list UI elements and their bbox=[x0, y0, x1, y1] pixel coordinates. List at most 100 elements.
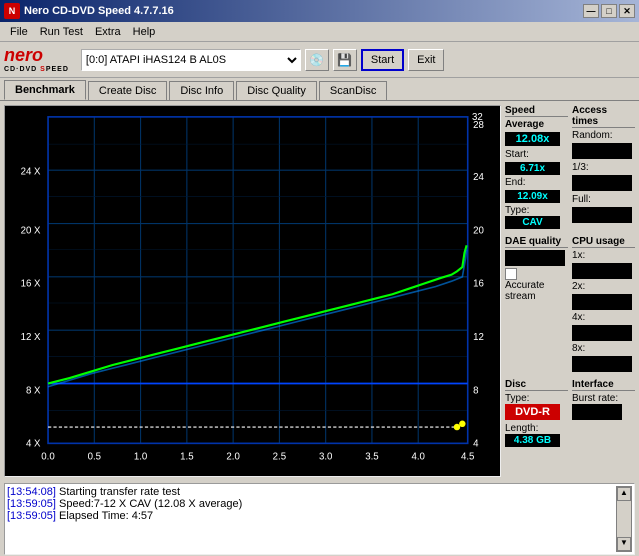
log-line-2: [13:59:05] Elapsed Time: 4:57 bbox=[7, 510, 616, 522]
burst-rate-label: Burst rate: bbox=[572, 393, 635, 404]
cpu-usage-section: CPU usage 1x: 2x: 4x: 8x: bbox=[572, 236, 635, 372]
maximize-button[interactable]: □ bbox=[601, 4, 617, 18]
access-header: Access times bbox=[572, 105, 635, 128]
menu-file[interactable]: File bbox=[4, 24, 34, 40]
full-row: Full: bbox=[572, 194, 635, 205]
svg-text:4: 4 bbox=[473, 439, 479, 450]
svg-text:0.0: 0.0 bbox=[41, 452, 55, 463]
svg-text:2.0: 2.0 bbox=[226, 452, 240, 463]
save-button[interactable]: 💾 bbox=[333, 49, 357, 71]
disc-header: Disc bbox=[505, 379, 568, 391]
exit-button[interactable]: Exit bbox=[408, 49, 444, 71]
start-row: Start: bbox=[505, 149, 568, 160]
end-value: 12.09x bbox=[505, 190, 560, 203]
access-section: Access times Random: 1/3: Full: bbox=[572, 105, 635, 229]
svg-text:1.5: 1.5 bbox=[180, 452, 193, 463]
end-label: End: bbox=[505, 177, 526, 188]
speed-access-row: Speed Average 12.08x Start: 6.71x End: 1… bbox=[505, 105, 635, 229]
svg-text:4.0: 4.0 bbox=[411, 452, 425, 463]
disc-icon-button[interactable]: 💿 bbox=[305, 49, 329, 71]
svg-text:3.5: 3.5 bbox=[365, 452, 378, 463]
interface-header: Interface bbox=[572, 379, 635, 391]
nero-logo: nero CD·DVD SPEED bbox=[4, 46, 69, 73]
type-label: Type: bbox=[505, 205, 529, 216]
accurate-checkbox[interactable] bbox=[505, 268, 517, 280]
disc-type-value: DVD-R bbox=[505, 404, 560, 420]
drive-selector[interactable]: [0:0] ATAPI iHAS124 B AL0S bbox=[81, 49, 301, 71]
tab-scan-disc[interactable]: ScanDisc bbox=[319, 81, 387, 100]
speed-section: Speed Average 12.08x Start: 6.71x End: 1… bbox=[505, 105, 568, 229]
start-button[interactable]: Start bbox=[361, 49, 404, 71]
stream-label: stream bbox=[505, 291, 568, 302]
full-value bbox=[572, 207, 632, 223]
log-timestamp-2: [13:59:05] bbox=[7, 510, 56, 522]
svg-text:20: 20 bbox=[473, 225, 484, 236]
average-value: 12.08x bbox=[505, 132, 560, 146]
menu-extra[interactable]: Extra bbox=[89, 24, 127, 40]
cpu-1x-label: 1x: bbox=[572, 250, 585, 261]
svg-text:2.5: 2.5 bbox=[273, 452, 286, 463]
tab-benchmark[interactable]: Benchmark bbox=[4, 80, 86, 100]
cpu-2x-value bbox=[572, 294, 632, 310]
svg-text:8: 8 bbox=[473, 385, 478, 396]
speed-header: Speed bbox=[505, 105, 568, 117]
burst-rate-value bbox=[572, 404, 622, 420]
cpu-4x-value bbox=[572, 325, 632, 341]
average-label: Average bbox=[505, 119, 568, 130]
svg-text:20 X: 20 X bbox=[21, 225, 41, 236]
svg-text:4 X: 4 X bbox=[26, 439, 41, 450]
chart-area: 4 X 8 X 12 X 16 X 20 X 24 X 4 8 12 16 20… bbox=[4, 105, 501, 477]
tab-bar: Benchmark Create Disc Disc Info Disc Qua… bbox=[0, 78, 639, 101]
log-message-2: Elapsed Time: 4:57 bbox=[59, 510, 153, 522]
random-value bbox=[572, 143, 632, 159]
cpu-1x-value bbox=[572, 263, 632, 279]
cpu-8x-label: 8x: bbox=[572, 343, 585, 354]
log-area: [13:54:08] Starting transfer rate test [… bbox=[4, 483, 635, 555]
right-panel: Speed Average 12.08x Start: 6.71x End: 1… bbox=[505, 105, 635, 477]
menu-bar: File Run Test Extra Help bbox=[0, 22, 639, 42]
log-timestamp-1: [13:59:05] bbox=[7, 498, 56, 510]
scrollbar-down[interactable]: ▼ bbox=[617, 537, 631, 551]
window-title: Nero CD-DVD Speed 4.7.7.16 bbox=[24, 5, 174, 17]
minimize-button[interactable]: — bbox=[583, 4, 599, 18]
disc-interface-row: Disc Type: DVD-R Length: 4.38 GB Interfa… bbox=[505, 379, 635, 447]
svg-text:16 X: 16 X bbox=[21, 279, 41, 290]
menu-run-test[interactable]: Run Test bbox=[34, 24, 89, 40]
main-content: 4 X 8 X 12 X 16 X 20 X 24 X 4 8 12 16 20… bbox=[0, 101, 639, 481]
log-line-1: [13:59:05] Speed:7-12 X CAV (12.08 X ave… bbox=[7, 498, 616, 510]
svg-text:0.5: 0.5 bbox=[88, 452, 101, 463]
cpu-header: CPU usage bbox=[572, 236, 635, 248]
svg-text:1.0: 1.0 bbox=[134, 452, 148, 463]
tab-disc-info[interactable]: Disc Info bbox=[169, 81, 234, 100]
disc-type-label: Type: bbox=[505, 393, 568, 404]
start-label: Start: bbox=[505, 149, 529, 160]
nero-wordmark: nero bbox=[4, 46, 43, 66]
window-controls: — □ ✕ bbox=[583, 4, 635, 18]
dae-value bbox=[505, 250, 565, 266]
svg-text:12 X: 12 X bbox=[21, 332, 41, 343]
svg-text:24: 24 bbox=[473, 172, 484, 183]
menu-help[interactable]: Help bbox=[127, 24, 162, 40]
svg-text:32: 32 bbox=[472, 112, 483, 123]
cpu-8x-row: 8x: bbox=[572, 343, 635, 354]
log-section: [13:54:08] Starting transfer rate test [… bbox=[0, 481, 639, 556]
svg-text:4.5: 4.5 bbox=[461, 452, 474, 463]
start-value: 6.71x bbox=[505, 162, 560, 175]
cpu-2x-row: 2x: bbox=[572, 281, 635, 292]
close-button[interactable]: ✕ bbox=[619, 4, 635, 18]
title-bar: N Nero CD-DVD Speed 4.7.7.16 — □ ✕ bbox=[0, 0, 639, 22]
dae-header: DAE quality bbox=[505, 236, 568, 248]
cpu-8x-value bbox=[572, 356, 632, 372]
tab-create-disc[interactable]: Create Disc bbox=[88, 81, 167, 100]
tab-disc-quality[interactable]: Disc Quality bbox=[236, 81, 317, 100]
cpu-4x-label: 4x: bbox=[572, 312, 585, 323]
log-scrollbar[interactable]: ▲ ▼ bbox=[616, 486, 632, 552]
svg-text:24 X: 24 X bbox=[21, 167, 41, 178]
cpu-2x-label: 2x: bbox=[572, 281, 585, 292]
svg-text:16: 16 bbox=[473, 279, 484, 290]
random-row: Random: bbox=[572, 130, 635, 141]
accurate-label: Accurate bbox=[505, 280, 568, 291]
toolbar: nero CD·DVD SPEED [0:0] ATAPI iHAS124 B … bbox=[0, 42, 639, 78]
onethird-value bbox=[572, 175, 632, 191]
scrollbar-up[interactable]: ▲ bbox=[617, 487, 631, 501]
